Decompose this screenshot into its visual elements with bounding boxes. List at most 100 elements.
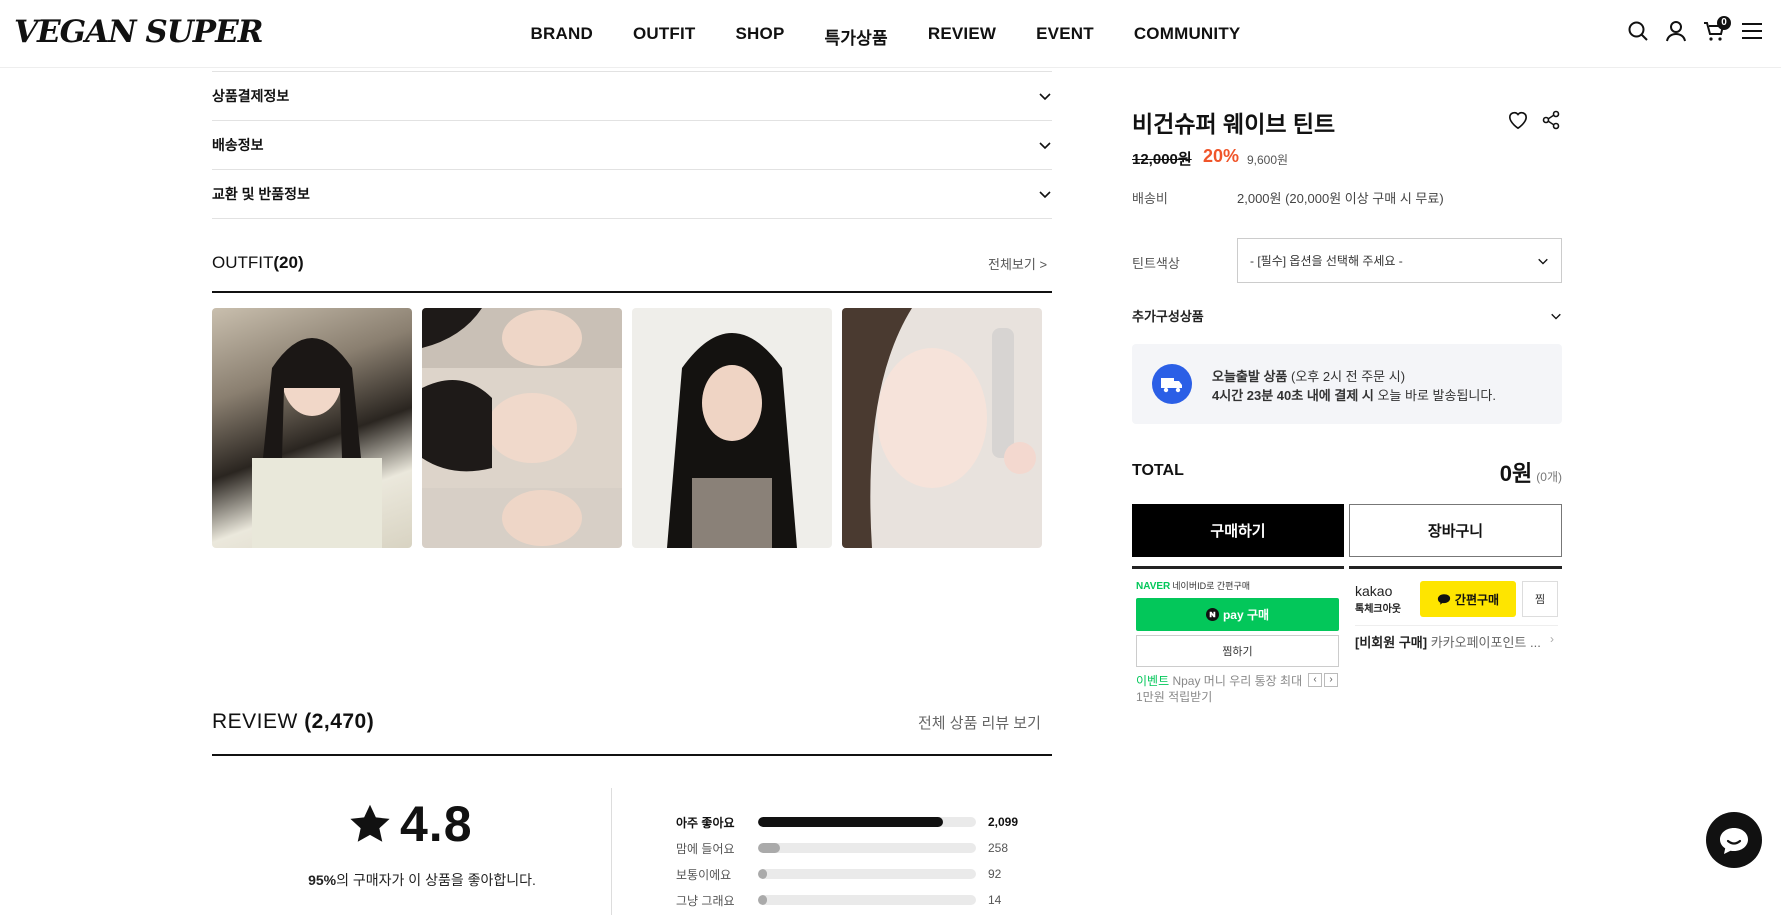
review-vertical-divider [611,788,612,915]
site-header: VEGAN SUPER BRAND OUTFIT SHOP 특가상품 REVIE… [0,0,1781,68]
rating-bar-fill [758,817,944,827]
outfit-photo[interactable] [422,308,622,548]
accordion-payment-info[interactable]: 상품결제정보 [212,72,1052,121]
naver-logo: NAVER [1136,581,1171,592]
naver-brand-sub: 네이버ID로 간편구매 [1172,581,1251,591]
review-title-text: REVIEW [212,710,298,733]
today-shipping-text: 오늘출발 상품 (오후 2시 전 주문 시) [1212,366,1405,385]
search-icon[interactable] [1627,20,1649,42]
star-icon [350,804,390,842]
nav-shop[interactable]: SHOP [736,24,785,49]
rating-bar-count: 2,099 [988,815,1019,829]
shipping-value: 2,000원 (20,000원 이상 구매 시 무료) [1237,191,1444,206]
naver-wish-button[interactable]: 찜하기 [1136,635,1339,667]
divider [1355,625,1558,626]
rating-bar-track [758,843,976,853]
nav-brand[interactable]: BRAND [531,24,593,49]
chat-icon [1720,828,1748,854]
countdown-text: 4시간 23분 40초 내에 결제 시 오늘 바로 발송됩니다. [1212,385,1496,404]
original-price: 12,000원 [1132,151,1192,168]
buy-button[interactable]: 구매하기 [1132,504,1344,557]
kakao-buy-label: 간편구매 [1454,592,1500,607]
kakao-name: kakao [1355,583,1393,599]
like-percent: 95% [308,872,337,888]
rating-bar-label: 그냥 그래요 [676,893,735,908]
outfit-view-all-link[interactable]: 전체보기 > [988,254,1047,273]
rating-bar-fill [758,895,767,905]
naver-pay-button[interactable]: pay 구매 [1136,598,1339,631]
like-text: 의 구매자가 이 상품을 좋아합니다. [336,872,536,888]
rating-value: 4.8 [400,796,473,852]
today-shipping-box: 오늘출발 상품 (오후 2시 전 주문 시) 4시간 23분 40초 내에 결제… [1132,344,1562,424]
heart-icon[interactable] [1507,110,1529,130]
chevron-down-icon [1039,93,1051,101]
chevron-down-icon [1039,191,1051,199]
nav-review[interactable]: REVIEW [928,24,996,49]
rating-bar-track [758,817,976,827]
naver-pay-panel: NAVER 네이버ID로 간편구매 pay 구매 찜하기 이벤트 Npay 머니 … [1132,566,1344,706]
accordion-label: 교환 및 반품정보 [212,186,310,202]
review-average: 4.8 [348,795,473,853]
rating-bar-row: 그냥 그래요 14 [676,891,1036,909]
kakao-buy-button[interactable]: 간편구매 [1420,581,1516,617]
kakao-info-text: 카카오페이포인트 ... [1427,635,1541,650]
rating-bar-label: 맘에 들어요 [676,841,735,856]
kakao-checkout-panel: kakao 톡체크아웃 간편구매 찜 [비회원 구매] 카카오페이포인트 ...… [1349,566,1562,650]
menu-icon[interactable] [1741,20,1763,42]
chevron-down-icon [1538,258,1548,265]
rating-bar-count: 14 [988,893,1002,907]
accordion-label: 상품결제정보 [212,88,290,104]
nav-community[interactable]: COMMUNITY [1134,24,1241,49]
chat-button[interactable] [1706,812,1762,868]
naver-event-text[interactable]: 이벤트 Npay 머니 우리 통장 최대 1만원 적립받기 [1136,673,1306,705]
chevron-right-icon: › [1550,632,1554,646]
naver-event-pager: ‹ › [1308,673,1338,687]
naver-pay-label: pay 구매 [1222,608,1270,622]
select-placeholder: - [필수] 옵션을 선택해 주세요 - [1250,254,1403,268]
discount-rate: 20% [1203,146,1240,166]
outfit-photo[interactable] [842,308,1042,548]
accordion-shipping-info[interactable]: 배송정보 [212,121,1052,170]
addon-label: 추가구성상품 [1132,309,1204,324]
header-icons: 0 [1627,16,1763,42]
rating-bar-row: 보통이에요 92 [676,865,1036,883]
outfit-title: OUTFIT(20) [212,253,304,273]
cart-count-badge: 0 [1717,16,1731,30]
chevron-down-icon [1039,142,1051,150]
prev-arrow-icon[interactable]: ‹ [1308,673,1322,687]
nav-event[interactable]: EVENT [1036,24,1094,49]
share-icon[interactable] [1541,110,1561,130]
next-arrow-icon[interactable]: › [1324,673,1338,687]
review-view-all-link[interactable]: 전체 상품 리뷰 보기 [918,712,1041,733]
today-shipping-bold: 오늘출발 상품 [1212,369,1288,384]
kakao-info[interactable]: [비회원 구매] 카카오페이포인트 ... [1355,632,1551,651]
countdown-rest: 오늘 바로 발송됩니다. [1373,388,1496,403]
accordion-label: 배송정보 [212,137,264,153]
accordion-exchange-info[interactable]: 교환 및 반품정보 [212,170,1052,219]
countdown-bold: 4시간 23분 40초 내에 결제 시 [1212,388,1374,403]
total-quantity: (0개) [1536,470,1562,484]
rating-bar-track [758,869,976,879]
total-amount: 0원 [1499,461,1533,486]
like-percent-text: 95%의 구매자가 이 상품을 좋아합니다. [212,870,632,890]
sale-price: 9,600원 [1247,153,1289,167]
add-to-cart-button[interactable]: 장바구니 [1349,504,1562,557]
rating-bar-fill [758,869,767,879]
naver-brand: NAVER 네이버ID로 간편구매 [1136,579,1250,592]
kakao-wish-button[interactable]: 찜 [1522,581,1558,617]
rating-bar-row: 아주 좋아요 2,099 [676,813,1036,831]
rating-bar-count: 92 [988,867,1002,881]
naver-n-icon [1205,608,1219,621]
cart-icon[interactable]: 0 [1703,16,1731,42]
tint-color-select[interactable]: - [필수] 옵션을 선택해 주세요 - [1237,238,1562,283]
outfit-photo[interactable] [212,308,412,548]
outfit-photo[interactable] [632,308,832,548]
user-icon[interactable] [1665,20,1687,42]
product-title: 비건슈퍼 웨이브 틴트 [1132,111,1336,137]
today-shipping-rest: (오후 2시 전 주문 시) [1287,369,1406,384]
rating-bar-row: 맘에 들어요 258 [676,839,1036,857]
nav-special[interactable]: 특가상품 [825,24,888,49]
rating-bar-label: 보통이에요 [676,867,732,882]
nav-outfit[interactable]: OUTFIT [633,24,696,49]
addon-products-toggle[interactable]: 추가구성상품 [1132,306,1562,325]
